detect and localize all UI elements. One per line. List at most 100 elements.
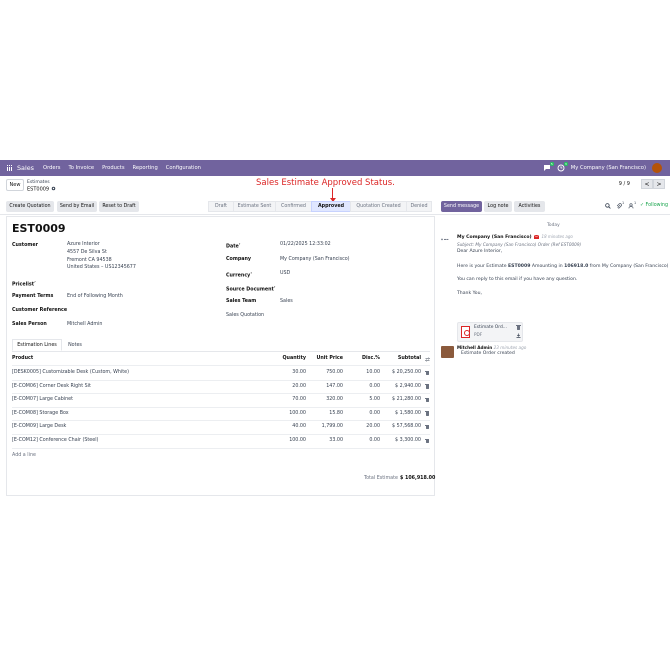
company-field[interactable]: My Company (San Francisco): [280, 256, 350, 264]
row-delete-icon[interactable]: [424, 384, 430, 389]
status-denied[interactable]: Denied: [406, 201, 432, 212]
row-quantity[interactable]: 20.00: [274, 384, 306, 389]
row-product[interactable]: [E-COM09] Large Desk: [12, 424, 272, 429]
company-switcher[interactable]: My Company (San Francisco): [571, 165, 646, 171]
company-label: Company: [226, 257, 252, 262]
menu-configuration[interactable]: Configuration: [166, 165, 201, 171]
menu-orders[interactable]: Orders: [43, 165, 60, 171]
row-unit-price[interactable]: 320.00: [310, 397, 343, 402]
status-confirmed[interactable]: Confirmed: [275, 201, 312, 212]
status-estimate-sent[interactable]: Estimate Sent: [233, 201, 276, 212]
row-discount[interactable]: 5.00: [346, 397, 380, 402]
activities-button[interactable]: Activities: [514, 201, 545, 212]
row-product[interactable]: [E-COM06] Corner Desk Right Sit: [12, 384, 272, 389]
row-unit-price[interactable]: 1,799.00: [310, 424, 343, 429]
row-discount[interactable]: 20.00: [346, 424, 380, 429]
menu-to-invoice[interactable]: To Invoice: [68, 165, 94, 171]
reset-to-draft-button[interactable]: Reset to Draft: [99, 201, 139, 212]
row-discount[interactable]: 0.00: [346, 438, 380, 443]
status-approved[interactable]: Approved: [311, 201, 351, 212]
col-discount[interactable]: Disc.%: [346, 356, 380, 361]
row-product[interactable]: [DESK0005] Customizable Desk (Custom, Wh…: [12, 370, 272, 375]
row-unit-price[interactable]: 147.00: [310, 384, 343, 389]
row-product[interactable]: [E-COM07] Large Cabinet: [12, 397, 272, 402]
pager-next-button[interactable]: >: [653, 179, 665, 189]
col-product[interactable]: Product: [12, 356, 33, 361]
currency-field[interactable]: USD: [280, 270, 290, 278]
gear-icon[interactable]: [51, 186, 56, 191]
row-delete-icon[interactable]: [424, 370, 430, 376]
tab-estimation-lines[interactable]: Estimation Lines: [12, 339, 62, 351]
user-avatar[interactable]: [652, 163, 662, 173]
row-divider: [12, 379, 430, 381]
row-product[interactable]: [E-COM12] Conference Chair (Steel): [12, 438, 272, 443]
row-divider: [12, 406, 430, 408]
top-navbar: Sales Orders To Invoice Products Reporti…: [0, 160, 670, 176]
row-delete-icon[interactable]: [424, 438, 430, 444]
row-discount[interactable]: 0.00: [346, 411, 380, 416]
payment-terms-field[interactable]: End of Following Month: [67, 293, 123, 301]
body-amount: 106918.0: [564, 264, 589, 269]
send-message-button[interactable]: Send message: [441, 201, 482, 212]
row-discount[interactable]: 0.00: [346, 384, 380, 389]
body-mid: Amounting in: [530, 264, 565, 269]
col-unit-price[interactable]: Unit Price: [310, 356, 343, 361]
row-subtotal[interactable]: $ 2,940.00: [382, 384, 421, 389]
row-quantity[interactable]: 30.00: [274, 370, 306, 375]
log-note-button[interactable]: Log note: [484, 201, 512, 212]
row-unit-price[interactable]: 15.80: [310, 411, 343, 416]
body-post: from My Company (San Francisco): [588, 264, 669, 269]
log-time: 23 minutes ago: [493, 345, 527, 350]
row-quantity[interactable]: 100.00: [274, 411, 306, 416]
row-subtotal[interactable]: $ 20,250.00: [382, 370, 421, 375]
customer-field[interactable]: Azure Interior 4557 De Silva St Fremont …: [67, 241, 136, 272]
send-by-email-button[interactable]: Send by Email: [57, 201, 97, 212]
company-logo: ◆ ▬▬: [441, 237, 449, 241]
row-quantity[interactable]: 100.00: [274, 438, 306, 443]
row-subtotal[interactable]: $ 21,280.00: [382, 397, 421, 402]
row-quantity[interactable]: 40.00: [274, 424, 306, 429]
column-settings-icon[interactable]: [425, 357, 430, 362]
status-draft[interactable]: Draft: [208, 201, 234, 212]
col-quantity[interactable]: Quantity: [274, 356, 306, 361]
row-subtotal[interactable]: $ 3,300.00: [382, 438, 421, 443]
attachment-name: Estimate Ord...: [474, 325, 507, 330]
sales-team-field[interactable]: Sales: [280, 298, 293, 306]
menu-products[interactable]: Products: [102, 165, 124, 171]
create-quotation-button[interactable]: Create Quotation: [6, 201, 54, 212]
row-unit-price[interactable]: 33.00: [310, 438, 343, 443]
row-unit-price[interactable]: 750.00: [310, 370, 343, 375]
new-button[interactable]: New: [6, 179, 24, 191]
pager-value[interactable]: 9 / 9: [619, 181, 630, 187]
tab-notes[interactable]: Notes: [63, 339, 87, 351]
search-icon[interactable]: [605, 203, 611, 209]
pager-prev-button[interactable]: <: [641, 179, 653, 189]
add-line-link[interactable]: Add a line: [12, 453, 36, 458]
row-delete-icon[interactable]: [424, 424, 430, 430]
row-quantity[interactable]: 70.00: [274, 397, 306, 402]
row-delete-icon[interactable]: [424, 411, 430, 416]
status-quotation-created[interactable]: Quotation Created: [350, 201, 407, 212]
app-brand[interactable]: Sales: [17, 164, 34, 172]
chat-icon[interactable]: 5: [543, 162, 554, 172]
date-field[interactable]: 01/22/2025 12:33:02: [280, 241, 331, 249]
row-discount[interactable]: 10.00: [346, 370, 380, 375]
message-author[interactable]: My Company (San Francisco): [457, 235, 532, 240]
apps-menu-icon[interactable]: [7, 165, 13, 171]
col-subtotal[interactable]: Subtotal: [382, 356, 421, 361]
log-author-avatar[interactable]: [441, 346, 454, 358]
following-button[interactable]: ✓ Following: [640, 203, 668, 208]
row-subtotal[interactable]: $ 1,580.00: [382, 411, 421, 416]
row-delete-icon[interactable]: [424, 397, 430, 403]
activity-clock-icon[interactable]: 3: [557, 162, 568, 172]
row-subtotal[interactable]: $ 57,568.00: [382, 424, 421, 429]
sales-person-field[interactable]: Mitchell Admin: [67, 321, 102, 329]
row-product[interactable]: [E-COM08] Storage Box: [12, 411, 272, 416]
attachment-download-icon[interactable]: [516, 333, 521, 338]
sales-quotation-label: Sales Quotation: [226, 313, 265, 318]
attachment-card[interactable]: Estimate Ord... PDF: [457, 322, 523, 342]
menu-reporting[interactable]: Reporting: [133, 165, 158, 171]
breadcrumb-parent[interactable]: Estimates: [27, 180, 50, 185]
log-author[interactable]: Mitchell Admin: [457, 345, 492, 350]
attachment-delete-icon[interactable]: [516, 325, 522, 330]
